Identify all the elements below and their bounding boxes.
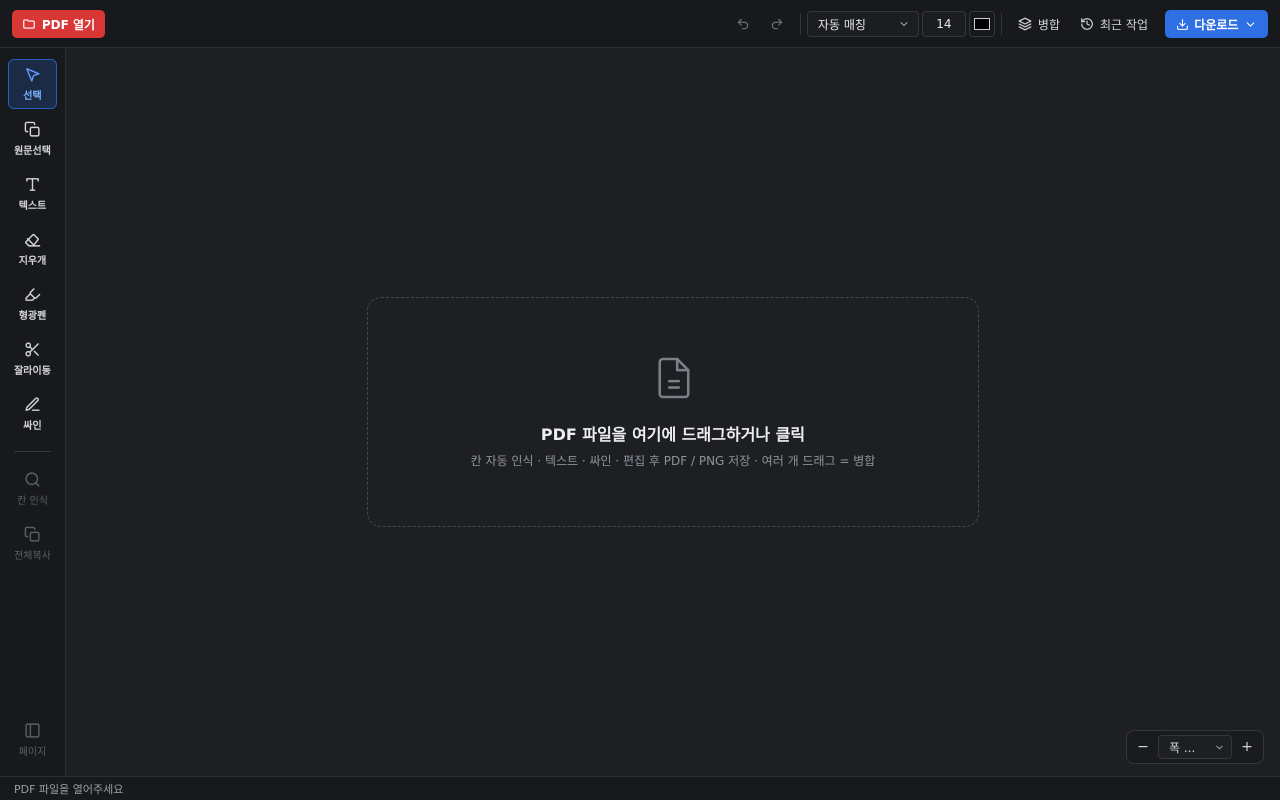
toolbar-divider — [1000, 13, 1002, 35]
zoom-out-button[interactable]: − — [1131, 735, 1155, 759]
sidebar-divider — [14, 451, 51, 452]
toolbar-divider — [799, 13, 801, 35]
open-pdf-label: PDF 열기 — [41, 17, 96, 32]
font-select-value: 자동 매칭 — [817, 17, 866, 32]
tool-text[interactable]: 텍스트 — [8, 169, 57, 219]
scissors-icon — [25, 342, 39, 357]
tool-original-select[interactable]: 원문선택 — [8, 114, 57, 164]
redo-icon — [771, 18, 783, 30]
redo-button[interactable] — [760, 10, 794, 38]
tool-sidebar: 선택 원문선택 텍스트 지우개 형광펜 잘라이동 싸인 칸 인식 전체복사 페이… — [0, 48, 66, 776]
chevron-down-icon — [1216, 745, 1223, 749]
font-size-input[interactable]: 14 — [921, 11, 966, 37]
font-select[interactable]: 자동 매칭 — [806, 11, 919, 37]
folder-icon — [23, 19, 35, 29]
tool-label: 원문선택 — [14, 146, 51, 157]
zoom-control: − 폭 ... + — [1126, 730, 1264, 764]
cursor-icon — [26, 68, 40, 82]
copy-icon — [24, 526, 40, 542]
text-icon — [26, 178, 39, 191]
zoom-select[interactable]: 폭 ... — [1158, 735, 1232, 759]
chevron-down-icon — [1246, 21, 1254, 27]
zoom-in-button[interactable]: + — [1235, 735, 1259, 759]
recent-work-button[interactable]: 최근 작업 — [1070, 10, 1158, 38]
tool-label: 잘라이동 — [14, 366, 51, 377]
color-picker[interactable] — [968, 11, 995, 37]
color-swatch — [973, 18, 990, 30]
status-text: PDF 파일을 열어주세요 — [14, 782, 124, 796]
pdf-drop-zone[interactable]: PDF 파일을 여기에 드래그하거나 클릭 칸 자동 인식 · 텍스트 · 싸인… — [367, 297, 979, 527]
zoom-value: 폭 ... — [1169, 740, 1196, 755]
tool-label: 텍스트 — [18, 201, 47, 212]
eraser-icon — [25, 233, 41, 247]
file-text-icon — [658, 357, 690, 399]
layers-icon — [1018, 17, 1032, 31]
history-icon — [1081, 18, 1093, 30]
merge-label: 병합 — [1037, 17, 1061, 32]
download-icon — [1177, 18, 1189, 30]
recent-work-label: 최근 작업 — [1100, 17, 1148, 32]
search-icon — [25, 472, 40, 487]
tool-label: 페이지 — [18, 747, 47, 758]
status-bar: PDF 파일을 열어주세요 — [0, 776, 1280, 800]
tool-label: 형광펜 — [18, 311, 47, 322]
download-label: 다운로드 — [1194, 17, 1239, 32]
tool-copy-all[interactable]: 전체복사 — [8, 519, 57, 569]
highlighter-icon — [25, 288, 41, 301]
tool-cut-move[interactable]: 잘라이동 — [8, 334, 57, 384]
merge-button[interactable]: 병합 — [1008, 10, 1070, 38]
drop-zone-title: PDF 파일을 여기에 드래그하거나 클릭 — [540, 425, 806, 444]
panel-left-icon — [25, 723, 40, 738]
pages-panel-toggle[interactable]: 페이지 — [8, 715, 57, 765]
download-button[interactable]: 다운로드 — [1165, 10, 1268, 38]
tool-label: 칸 인식 — [17, 496, 48, 507]
tool-label: 전체복사 — [14, 551, 51, 562]
tool-label: 싸인 — [23, 421, 42, 432]
tool-eraser[interactable]: 지우개 — [8, 224, 57, 274]
font-size-value: 14 — [936, 17, 952, 31]
tool-sign[interactable]: 싸인 — [8, 389, 57, 439]
pen-icon — [25, 397, 40, 411]
top-toolbar: PDF 열기 자동 매칭 14 병합 최근 작업 다운로드 — [0, 0, 1280, 48]
tool-label: 지우개 — [18, 256, 47, 267]
tool-cell-detect[interactable]: 칸 인식 — [8, 464, 57, 514]
tool-label: 선택 — [23, 91, 42, 102]
tool-highlighter[interactable]: 형광펜 — [8, 279, 57, 329]
open-pdf-button[interactable]: PDF 열기 — [12, 10, 105, 38]
undo-button[interactable] — [726, 10, 760, 38]
toolbar-right: 자동 매칭 14 병합 최근 작업 다운로드 — [726, 0, 1268, 48]
drop-zone-subtitle: 칸 자동 인식 · 텍스트 · 싸인 · 편집 후 PDF / PNG 저장 ·… — [470, 454, 876, 468]
undo-icon — [737, 18, 749, 30]
copy-icon — [24, 121, 40, 137]
tool-select[interactable]: 선택 — [8, 59, 57, 109]
chevron-down-icon — [900, 22, 908, 26]
